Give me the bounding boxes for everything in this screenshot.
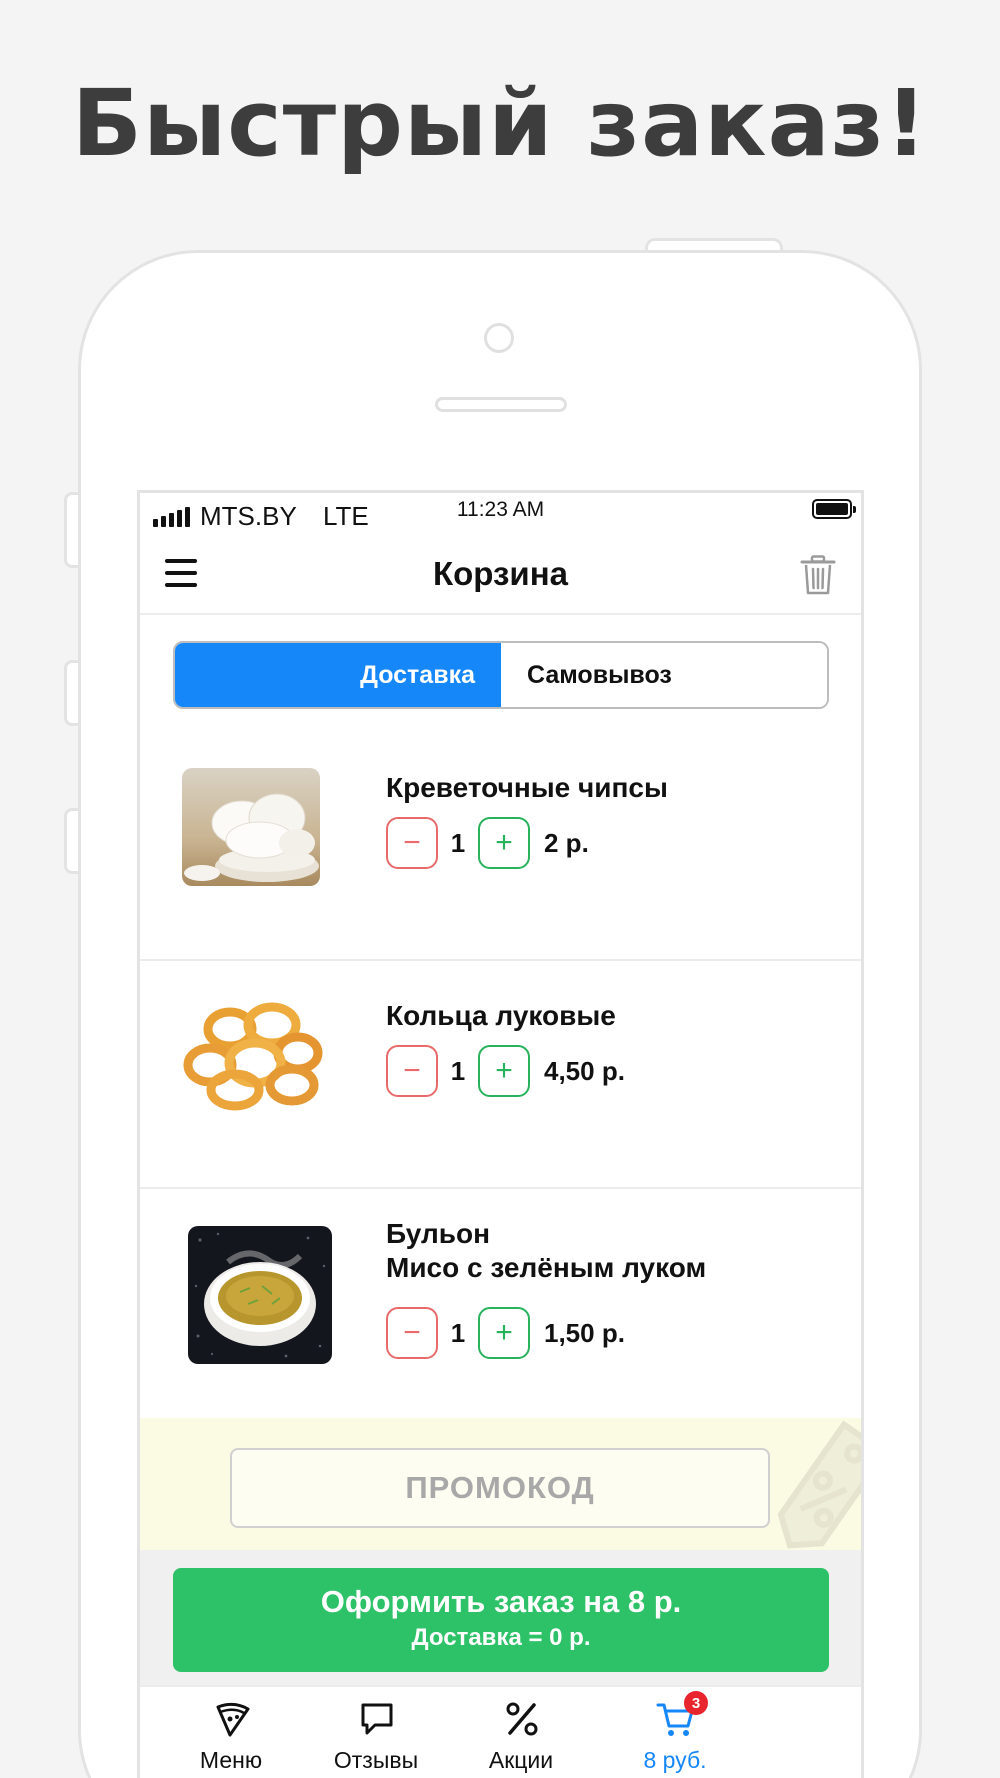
increase-quantity-button[interactable]: +	[478, 1307, 530, 1359]
tab-label: Меню	[199, 1747, 263, 1773]
percent-icon	[506, 1702, 538, 1736]
cart-item: Креветочные чипсы − 1 + 2 р.	[140, 733, 861, 961]
increase-quantity-button[interactable]: +	[478, 817, 530, 869]
delivery-cost-label: Доставка = 0 р.	[411, 1624, 591, 1651]
phone-volume-down	[64, 808, 78, 874]
tab-reviews[interactable]: Отзывы	[311, 1687, 441, 1778]
quantity-stepper: − 1 + 2 р.	[386, 817, 589, 869]
item-name: Кольца луковые	[386, 1000, 616, 1031]
item-name: Креветочные чипсы	[386, 772, 668, 803]
discount-tag-icon	[777, 1420, 861, 1549]
trash-icon[interactable]	[800, 555, 836, 595]
segment-delivery[interactable]: Доставка	[175, 643, 501, 707]
item-quantity: 1	[450, 1055, 466, 1086]
quantity-stepper: − 1 + 4,50 р.	[386, 1045, 625, 1097]
item-image-onion-rings	[180, 995, 330, 1115]
status-time: 11:23 AM	[456, 498, 545, 521]
promo-code-input[interactable]: ПРОМОКОД	[230, 1448, 770, 1528]
cart-item: Кольца луковые − 1 + 4,50 р.	[140, 961, 861, 1189]
item-price: 2 р.	[544, 827, 589, 858]
phone-camera	[484, 323, 514, 353]
cart-count-badge: 3	[684, 1691, 708, 1715]
tab-label: Акции	[488, 1747, 554, 1773]
quantity-stepper: − 1 + 1,50 р.	[386, 1307, 625, 1359]
delivery-mode-toggle: Доставка Самовывоз	[173, 641, 829, 709]
speech-bubble-icon	[361, 1703, 393, 1735]
cart-item: Бульон Мисо с зелёным луком − 1 + 1,50 р…	[140, 1189, 861, 1418]
increase-quantity-button[interactable]: +	[478, 1045, 530, 1097]
tab-promotions[interactable]: Акции	[456, 1687, 586, 1778]
item-quantity: 1	[450, 827, 466, 858]
tab-cart[interactable]: 3 8 руб.	[610, 1687, 740, 1778]
item-price: 1,50 р.	[544, 1317, 625, 1348]
segment-pickup[interactable]: Самовывоз	[501, 643, 827, 707]
tab-bar: Меню Отзывы Акции 3 8 руб.	[140, 1685, 861, 1778]
nav-bar: Корзина	[140, 537, 861, 615]
decrease-quantity-button[interactable]: −	[386, 817, 438, 869]
promo-section: ПРОМОКОД	[140, 1418, 861, 1550]
battery-icon	[812, 499, 856, 519]
checkout-total-label: Оформить заказ на 8 р.	[320, 1584, 682, 1619]
tab-label: Отзывы	[333, 1747, 419, 1773]
item-image-miso-broth	[188, 1226, 332, 1364]
decrease-quantity-button[interactable]: −	[386, 1307, 438, 1359]
page-title: Корзина	[433, 555, 568, 592]
item-name-line2: Мисо с зелёным луком	[386, 1252, 707, 1283]
phone-volume-up	[64, 660, 78, 726]
item-image-shrimp-chips	[182, 768, 320, 886]
tab-label: 8 руб.	[643, 1747, 707, 1773]
item-price: 4,50 р.	[544, 1055, 625, 1086]
checkout-button[interactable]: Оформить заказ на 8 р. Доставка = 0 р.	[173, 1568, 829, 1672]
item-name-line1: Бульон	[386, 1218, 490, 1249]
phone-speaker	[435, 397, 567, 412]
status-bar: MTS.BY LTE 11:23 AM	[140, 493, 861, 537]
item-name: Бульон Мисо с зелёным луком	[386, 1217, 706, 1285]
checkout-section: Оформить заказ на 8 р. Доставка = 0 р.	[140, 1550, 861, 1685]
tab-menu[interactable]: Меню	[166, 1687, 296, 1778]
app-screen: MTS.BY LTE 11:23 AM Корзина Доставка Сам…	[137, 490, 864, 1778]
pizza-slice-icon	[216, 1702, 250, 1737]
phone-mute-switch	[64, 492, 78, 568]
promo-headline: Быстрый заказ!	[71, 70, 929, 177]
decrease-quantity-button[interactable]: −	[386, 1045, 438, 1097]
item-quantity: 1	[450, 1317, 466, 1348]
